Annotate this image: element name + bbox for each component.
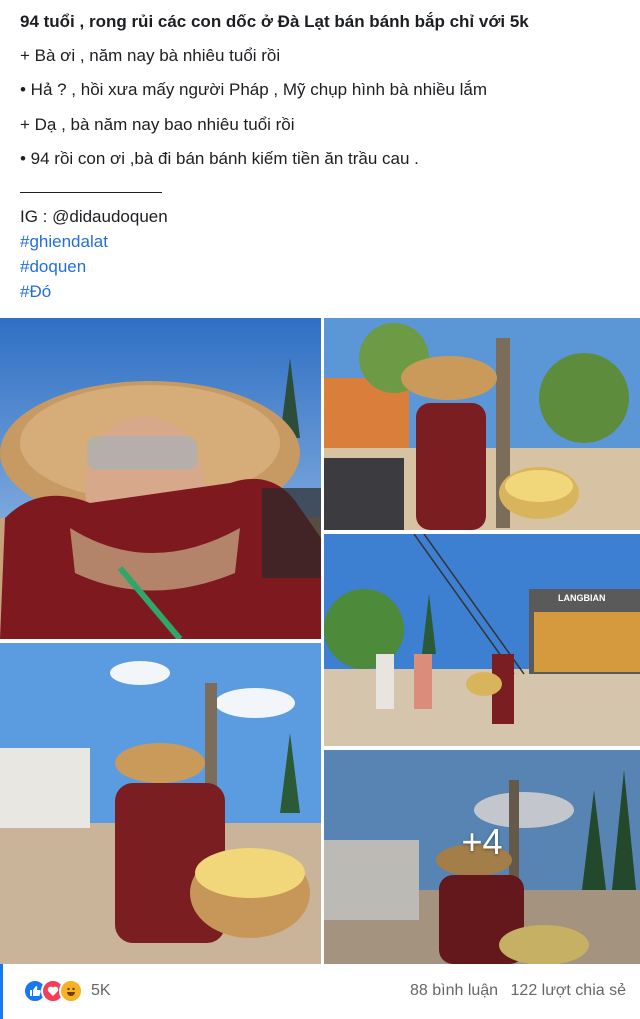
post-line-3: + Dạ , bà năm nay bao nhiêu tuổi rồi — [20, 115, 295, 134]
divider — [20, 192, 162, 193]
shop-sign: LANGBIAN — [558, 593, 606, 603]
post-text: 94 tuổi , rong rủi các con dốc ở Đà Lạt … — [0, 0, 640, 318]
comment-count[interactable]: 88 bình luận — [410, 982, 498, 999]
photo-3-wide[interactable]: LANGBIAN — [324, 534, 640, 746]
post-line-4: • 94 rồi con ơi ,bà đi bán bánh kiếm tiề… — [20, 149, 419, 168]
post-line-2: • Hả ? , hồi xưa mấy người Pháp , Mỹ chụ… — [20, 80, 487, 99]
hashtag-ghiendalat[interactable]: #ghiendalat — [20, 230, 108, 254]
hashtag-doquen[interactable]: #doquen — [20, 255, 86, 279]
post-line-1: + Bà ơi , năm nay bà nhiêu tuổi rồi — [20, 46, 281, 65]
haha-icon — [59, 979, 83, 1003]
photo-2-street[interactable] — [324, 318, 640, 530]
more-photos-overlay[interactable]: +4 — [324, 750, 640, 964]
reaction-count: 5K — [91, 982, 111, 999]
share-count[interactable]: 122 lượt chia sẻ — [511, 982, 626, 999]
post-stats: 88 bình luận 122 lượt chia sẻ — [410, 982, 626, 1000]
photo-5-more[interactable]: +4 — [324, 750, 640, 964]
more-photos-count: +4 — [461, 821, 503, 862]
photo-4-basket[interactable] — [0, 643, 321, 964]
reactions[interactable]: 5K — [23, 978, 111, 1004]
photo-grid: LANGBIAN +4 — [0, 318, 640, 964]
post-title: 94 tuổi , rong rủi các con dốc ở Đà Lạt … — [20, 12, 529, 31]
instagram-handle: IG : @didaudoquen — [20, 207, 168, 226]
post-footer: 5K 88 bình luận 122 lượt chia sẻ — [0, 964, 640, 1019]
hashtag-do[interactable]: #Đó — [20, 280, 51, 304]
photo-1-portrait[interactable] — [0, 318, 321, 639]
